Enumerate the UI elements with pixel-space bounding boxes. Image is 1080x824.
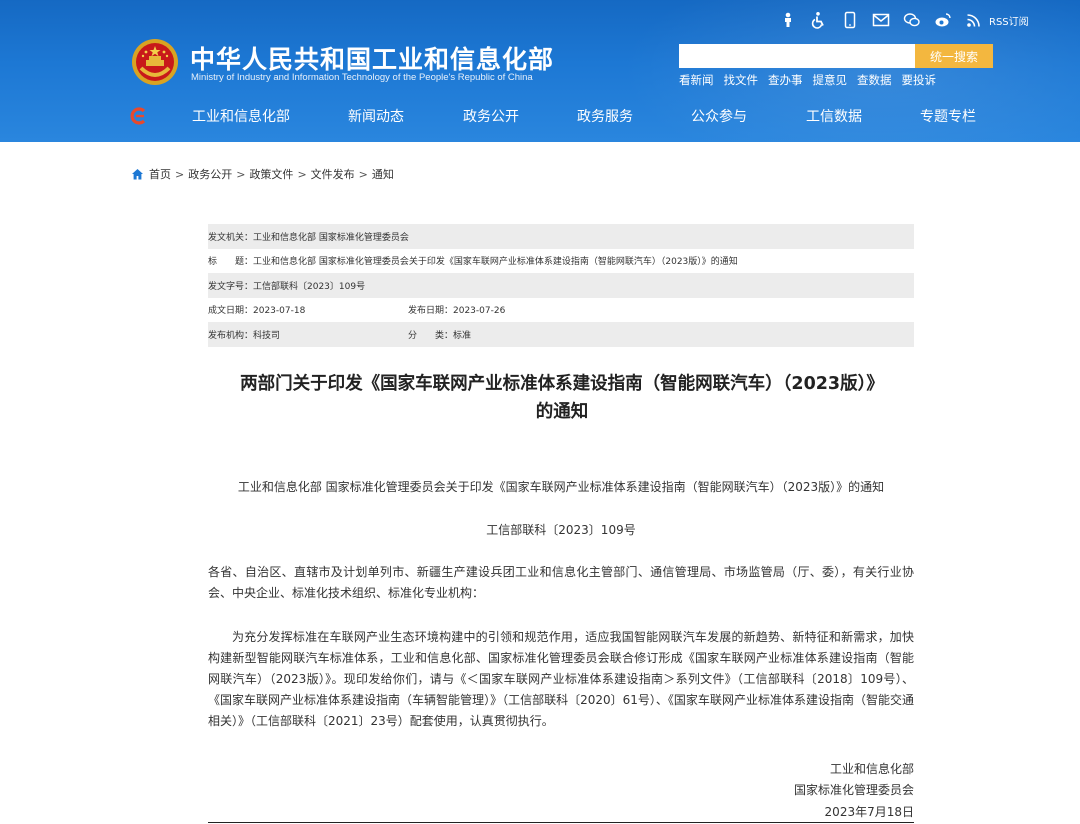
breadcrumb-separator: > <box>297 167 307 181</box>
home-icon <box>132 168 143 179</box>
info-row-dates: 成文日期：2023-07-18 发布日期：2023-07-26 <box>208 298 914 323</box>
rss-subscribe-link[interactable]: RSS订阅 <box>989 13 1029 28</box>
document-addressees: 各省、自治区、直辖市及计划单列市、新疆生产建设兵团工业和信息化主管部门、通信管理… <box>208 565 914 600</box>
info-category: 分 类：标准 <box>408 330 472 341</box>
ministry-logo-icon[interactable] <box>129 106 149 126</box>
info-row-title: 标 题：工业和信息化部 国家标准化管理委员会关于印发《国家车联网产业标准体系建设… <box>208 249 914 274</box>
utility-toolbar: RSS订阅 <box>778 9 1029 31</box>
info-published-date: 发布日期：2023-07-26 <box>408 306 506 317</box>
nav-news[interactable]: 新闻动态 <box>348 106 404 126</box>
document-info-table: 发文机关：工业和信息化部 国家标准化管理委员会 标 题：工业和信息化部 国家标准… <box>208 224 914 347</box>
site-title[interactable]: 中华人民共和国工业和信息化部 <box>190 40 554 76</box>
site-subtitle: Ministry of Industry and Information Tec… <box>191 72 533 83</box>
quick-link-feedback[interactable]: 提意见 <box>813 72 848 88</box>
site-header: 中华人民共和国工业和信息化部 Ministry of Industry and … <box>0 0 1080 142</box>
breadcrumb: 首页 > 政务公开 > 政策文件 > 文件发布 > 通知 <box>131 166 394 182</box>
document-title: 两部门关于印发《国家车联网产业标准体系建设指南（智能网联汽车）（2023版）》 … <box>200 370 924 426</box>
info-row-issuer: 发文机关：工业和信息化部 国家标准化管理委员会 <box>208 224 914 249</box>
nav-government-services[interactable]: 政务服务 <box>577 106 633 126</box>
breadcrumb-home[interactable]: 首页 <box>149 166 171 182</box>
nav-public-participation[interactable]: 公众参与 <box>691 106 747 126</box>
quick-link-services[interactable]: 查办事 <box>768 72 803 88</box>
signature-date: 2023年7月18日 <box>824 805 914 819</box>
mobile-icon[interactable] <box>840 10 860 30</box>
info-row-doc-number: 发文字号：工信部联科〔2023〕109号 <box>208 273 914 298</box>
info-agency: 发布机构：科技司 <box>208 330 281 341</box>
mail-icon[interactable] <box>871 10 891 30</box>
rss-icon[interactable] <box>964 10 984 30</box>
nav-special-topics[interactable]: 专题专栏 <box>920 106 976 126</box>
nav-ministry[interactable]: 工业和信息化部 <box>192 106 290 126</box>
quick-links: 看新闻 找文件 查办事 提意见 查数据 要投诉 <box>679 72 946 88</box>
document-title-line-1: 两部门关于印发《国家车联网产业标准体系建设指南（智能网联汽车）（2023版）》 <box>240 374 884 394</box>
signature-ministry: 工业和信息化部 <box>829 762 914 776</box>
wechat-icon[interactable] <box>902 10 922 30</box>
info-title: 标 题：工业和信息化部 国家标准化管理委员会关于印发《国家车联网产业标准体系建设… <box>208 257 738 268</box>
quick-link-files[interactable]: 找文件 <box>724 72 759 88</box>
signature-standards-committee: 国家标准化管理委员会 <box>793 783 914 797</box>
nav-data[interactable]: 工信数据 <box>806 106 862 126</box>
breadcrumb-file-release[interactable]: 文件发布 <box>311 166 355 182</box>
info-row-agency: 发布机构：科技司 分 类：标准 <box>208 322 914 347</box>
national-emblem-icon <box>132 39 178 85</box>
search-input[interactable] <box>679 44 915 68</box>
nav-government-affairs[interactable]: 政务公开 <box>463 106 519 126</box>
accessibility-icon[interactable] <box>809 10 829 30</box>
breadcrumb-notice[interactable]: 通知 <box>372 166 394 182</box>
quick-link-news[interactable]: 看新闻 <box>679 72 714 88</box>
info-issuer: 发文机关：工业和信息化部 国家标准化管理委员会 <box>208 232 409 243</box>
breadcrumb-policy-documents[interactable]: 政策文件 <box>249 166 293 182</box>
document-body-paragraph: 为充分发挥标准在车联网产业生态环境构建中的引领和规范作用，适应我国智能网联汽车发… <box>208 630 914 728</box>
breadcrumb-separator: > <box>175 167 185 181</box>
document-title-line-2: 的通知 <box>535 402 589 422</box>
main-nav: 工业和信息化部 新闻动态 政务公开 政务服务 公众参与 工信数据 专题专栏 <box>0 100 1080 134</box>
breadcrumb-government-affairs[interactable]: 政务公开 <box>188 166 232 182</box>
unified-search-button[interactable]: 统一搜索 <box>915 44 993 68</box>
elderly-mode-icon[interactable] <box>778 10 798 30</box>
document-number: 工信部联科〔2023〕109号 <box>486 523 636 537</box>
quick-link-complaint[interactable]: 要投诉 <box>902 72 937 88</box>
info-created-date: 成文日期：2023-07-18 <box>208 306 306 317</box>
breadcrumb-separator: > <box>236 167 246 181</box>
quick-link-data[interactable]: 查数据 <box>857 72 892 88</box>
breadcrumb-separator: > <box>358 167 368 181</box>
divider <box>208 822 914 823</box>
info-doc-number: 发文字号：工信部联科〔2023〕109号 <box>208 281 366 292</box>
document-heading: 工业和信息化部 国家标准化管理委员会关于印发《国家车联网产业标准体系建设指南（智… <box>237 480 885 494</box>
weibo-icon[interactable] <box>933 10 953 30</box>
